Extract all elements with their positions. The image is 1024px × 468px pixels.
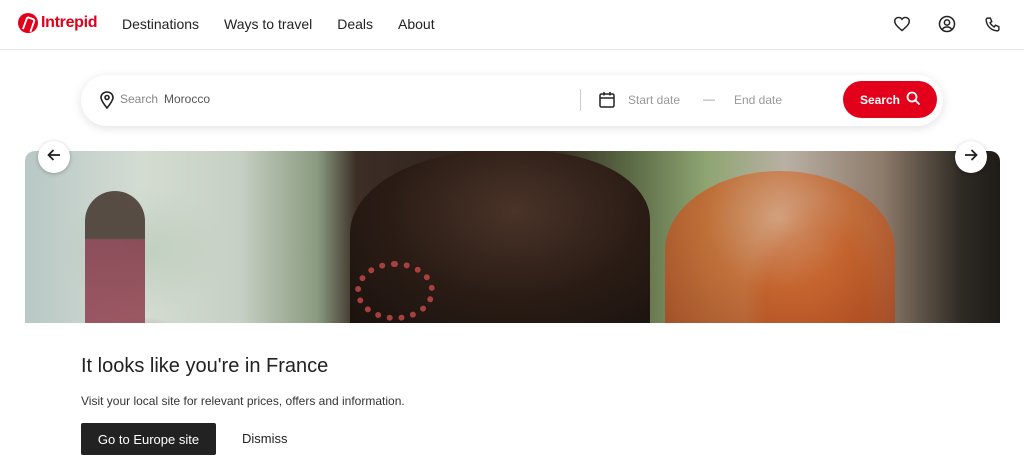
location-prompt-banner: It looks like you're in France Visit you… [0,323,1024,468]
search-button[interactable]: Search [843,81,937,118]
account-icon[interactable] [937,14,957,34]
search-destination-input[interactable]: Morocco [164,92,210,106]
phone-icon[interactable] [982,14,1002,34]
nav-about[interactable]: About [398,16,435,32]
search-icon [906,91,920,108]
logo-mark-icon [18,13,38,33]
carousel-prev-button[interactable] [38,141,70,173]
search-prefix-label: Search [120,92,159,106]
location-prompt-title: It looks like you're in France [81,355,329,377]
main-nav: Destinations Ways to travel Deals About [122,16,435,32]
dismiss-button[interactable]: Dismiss [242,431,288,446]
hero-figure-left [85,191,145,323]
hero-figure-right [665,171,895,323]
hero-image [25,151,1000,323]
date-separator: — [703,92,715,106]
hero-necklace [355,261,435,321]
intrepid-logo[interactable]: Intrepid [18,13,98,33]
location-pin-icon [100,91,114,114]
calendar-icon[interactable] [599,91,615,113]
arrow-right-icon [964,148,978,167]
location-prompt-text: Visit your local site for relevant price… [81,394,405,408]
heart-icon[interactable] [892,14,912,34]
end-date-field[interactable]: End date [734,93,782,107]
trip-search-bar: Search Morocco Start date — End date Sea… [81,75,943,126]
search-divider [580,89,581,111]
nav-deals[interactable]: Deals [337,16,373,32]
go-to-europe-site-button[interactable]: Go to Europe site [81,423,216,455]
arrow-left-icon [47,148,61,167]
site-header: Intrepid Destinations Ways to travel Dea… [0,0,1024,50]
header-actions [892,14,1002,34]
nav-ways-to-travel[interactable]: Ways to travel [224,16,312,32]
search-button-label: Search [859,92,901,107]
carousel-next-button[interactable] [955,141,987,173]
start-date-field[interactable]: Start date [628,93,680,107]
logo-text: Intrepid [41,14,98,31]
nav-destinations[interactable]: Destinations [122,16,199,32]
